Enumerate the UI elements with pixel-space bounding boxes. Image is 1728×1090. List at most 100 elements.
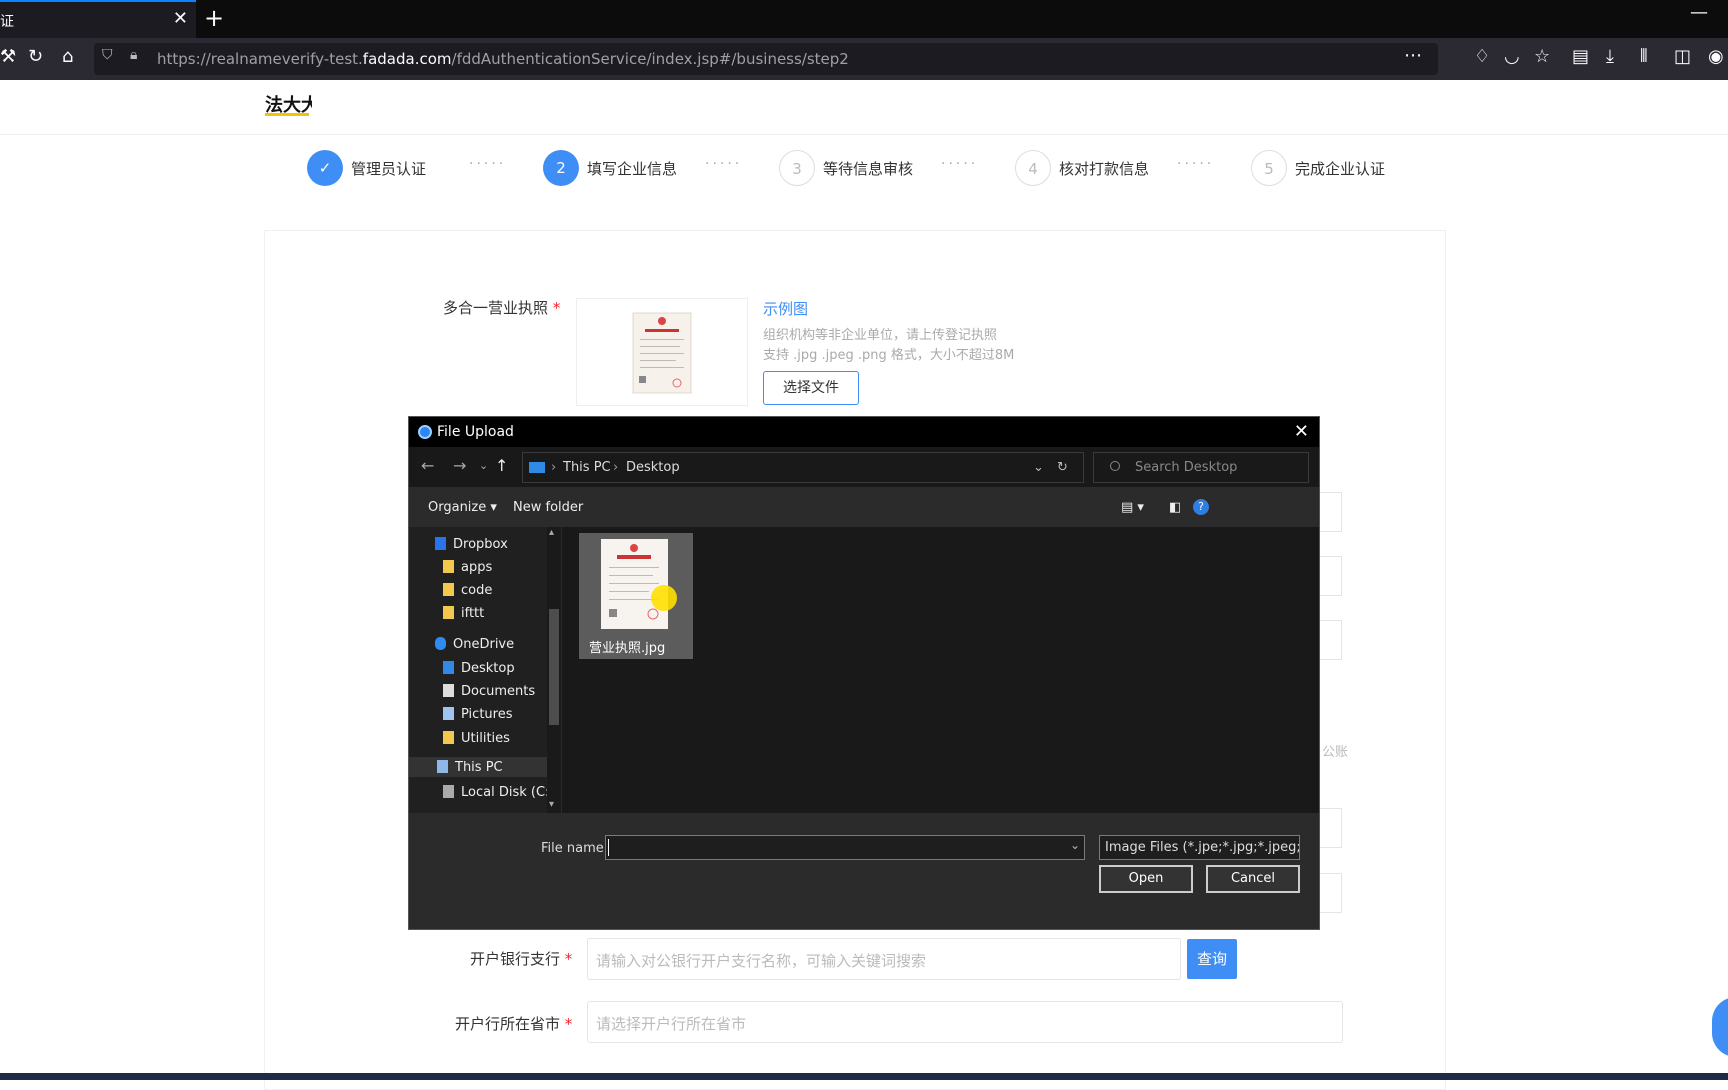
file-type-select[interactable]: Image Files (*.jpe;*.jpg;*.jpeg;*.g (1099, 835, 1300, 860)
scroll-down-icon[interactable]: ▾ (549, 799, 554, 810)
scroll-up-icon[interactable]: ▴ (549, 527, 554, 538)
nav-item-local-disk[interactable]: Local Disk (C:) (443, 785, 554, 800)
file-name-dropdown-icon[interactable]: ⌄ (1070, 838, 1080, 852)
forward-arrow-icon[interactable]: → (453, 456, 466, 475)
step-number: 3 (779, 150, 815, 186)
close-tab-icon[interactable]: ✕ (173, 8, 188, 29)
new-folder-button[interactable]: New folder (513, 500, 583, 515)
chat-float-button[interactable] (1712, 997, 1728, 1057)
search-placeholder: Search Desktop (1135, 460, 1238, 475)
pictures-icon (443, 707, 454, 720)
cursor-highlight (651, 585, 677, 611)
file-upload-dialog: File Upload ✕ ← → ⌄ ↑ › This PC › Deskto… (408, 416, 1320, 930)
nav-item-dropbox[interactable]: Dropbox (435, 537, 508, 552)
branch-input[interactable]: 请输入对公银行开户支行名称，可输入关键词搜索 (587, 938, 1181, 980)
address-row: ← → ⌄ ↑ › This PC › Desktop ⌄ ↻ Search D… (409, 447, 1319, 487)
new-tab-icon[interactable]: + (204, 4, 224, 32)
desktop-icon (443, 661, 454, 674)
nav-item-utilities[interactable]: Utilities (443, 731, 510, 746)
pocket-icon[interactable]: ◡ (1504, 46, 1520, 67)
nav-item-pictures[interactable]: Pictures (443, 707, 512, 722)
more-icon[interactable]: ⋯ (1404, 45, 1422, 66)
choose-file-button[interactable]: 选择文件 (763, 371, 859, 405)
sidebar-icon[interactable]: ◫ (1674, 46, 1691, 67)
view-options-icon[interactable]: ▤ ▾ (1121, 500, 1144, 515)
search-box[interactable]: Search Desktop (1093, 452, 1309, 483)
reader-icon[interactable]: ▤ (1572, 46, 1589, 67)
recent-chevron-icon[interactable]: ⌄ (479, 459, 488, 472)
breadcrumb-desktop[interactable]: Desktop (626, 460, 680, 475)
nav-item-this-pc[interactable]: This PC (409, 757, 555, 777)
nav-item-onedrive[interactable]: OneDrive (435, 637, 514, 652)
sample-image-link[interactable]: 示例图 (763, 298, 808, 319)
upload-hint: 组织机构等非企业单位，请上传登记执照 (763, 328, 998, 343)
header-divider (0, 134, 1728, 135)
svg-text:法大大: 法大大 (265, 94, 312, 116)
nav-item-code[interactable]: code (443, 583, 492, 598)
bottom-strip (0, 1073, 1728, 1080)
refresh-icon[interactable]: ↻ (1057, 460, 1068, 475)
step-label: 管理员认证 (351, 160, 427, 178)
account-hint-partial: 公账 (1322, 745, 1349, 760)
reload-icon[interactable]: ↻ (28, 46, 43, 67)
tab-bar: 证 ✕ + — (0, 0, 1728, 38)
folder-icon (443, 606, 454, 619)
account-icon[interactable]: ◉ (1708, 46, 1724, 67)
download-icon[interactable]: ⤓ (1606, 46, 1614, 67)
firefox-icon (418, 425, 432, 439)
fadada-logo[interactable]: 法大大 (264, 92, 319, 120)
url-bar[interactable]: ⛉ 🔒︎ https://realnameverify-test.fadada.… (94, 43, 1438, 75)
disk-icon (443, 785, 454, 798)
documents-icon (443, 684, 454, 697)
close-icon[interactable]: ✕ (1294, 421, 1309, 442)
bulb-icon[interactable]: ♢ (1474, 46, 1490, 67)
scrollbar-thumb[interactable] (549, 609, 559, 725)
back-arrow-icon[interactable]: ← (421, 456, 434, 475)
nav-scrollbar[interactable]: ▴ ▾ (547, 527, 561, 813)
city-select[interactable]: 请选择开户行所在省市 (587, 1001, 1343, 1043)
help-icon[interactable]: ? (1193, 499, 1209, 515)
nav-item-desktop[interactable]: Desktop (443, 661, 515, 676)
step-dots: ····· (469, 156, 507, 172)
query-button[interactable]: 查询 (1187, 939, 1237, 979)
home-icon[interactable]: ⌂ (62, 46, 73, 67)
license-label: 多合一营业执照 * (443, 299, 561, 317)
browser-tab[interactable]: 证 ✕ (0, 0, 196, 38)
file-name-label: File name: (541, 841, 609, 856)
hidden-input[interactable] (1320, 492, 1342, 532)
dialog-title: File Upload (437, 424, 514, 440)
address-dropdown-icon[interactable]: ⌄ (1033, 460, 1044, 475)
address-bar[interactable]: › This PC › Desktop ⌄ ↻ (522, 452, 1084, 483)
library-icon[interactable]: ⫴ (1640, 46, 1648, 67)
minimize-icon[interactable]: — (1690, 2, 1708, 23)
tools-icon[interactable]: ⚒ (0, 46, 16, 67)
open-button[interactable]: Open (1099, 865, 1193, 893)
file-thumbnail (601, 539, 668, 629)
hidden-input[interactable] (1320, 808, 1342, 848)
breadcrumb-this-pc[interactable]: This PC (563, 460, 611, 475)
hidden-input[interactable] (1320, 620, 1342, 660)
lock-icon[interactable]: 🔒︎ (130, 47, 137, 63)
step-label: 等待信息审核 (823, 160, 914, 178)
up-arrow-icon[interactable]: ↑ (495, 456, 508, 475)
preview-pane-icon[interactable]: ◧ (1169, 500, 1181, 515)
file-item[interactable]: 营业执照.jpg (579, 533, 693, 659)
step-number: 4 (1015, 150, 1051, 186)
step-number: 5 (1251, 150, 1287, 186)
breadcrumb-separator: › (551, 460, 557, 475)
step-number: 2 (543, 150, 579, 186)
dropbox-icon (435, 537, 446, 550)
step-dots: ····· (705, 156, 743, 172)
step-check-icon: ✓ (307, 150, 343, 186)
bookmark-star-icon[interactable]: ☆ (1534, 46, 1550, 67)
hidden-input[interactable] (1320, 556, 1342, 596)
hidden-input[interactable] (1320, 873, 1342, 913)
shield-icon[interactable]: ⛉ (102, 47, 113, 63)
nav-item-documents[interactable]: Documents (443, 684, 535, 699)
cancel-button[interactable]: Cancel (1206, 865, 1300, 893)
nav-item-apps[interactable]: apps (443, 560, 492, 575)
license-thumbnail[interactable] (576, 298, 748, 406)
organize-button[interactable]: Organize ▾ (428, 500, 497, 515)
nav-item-ifttt[interactable]: ifttt (443, 606, 484, 621)
file-name-input[interactable]: ⌄ (605, 835, 1085, 860)
